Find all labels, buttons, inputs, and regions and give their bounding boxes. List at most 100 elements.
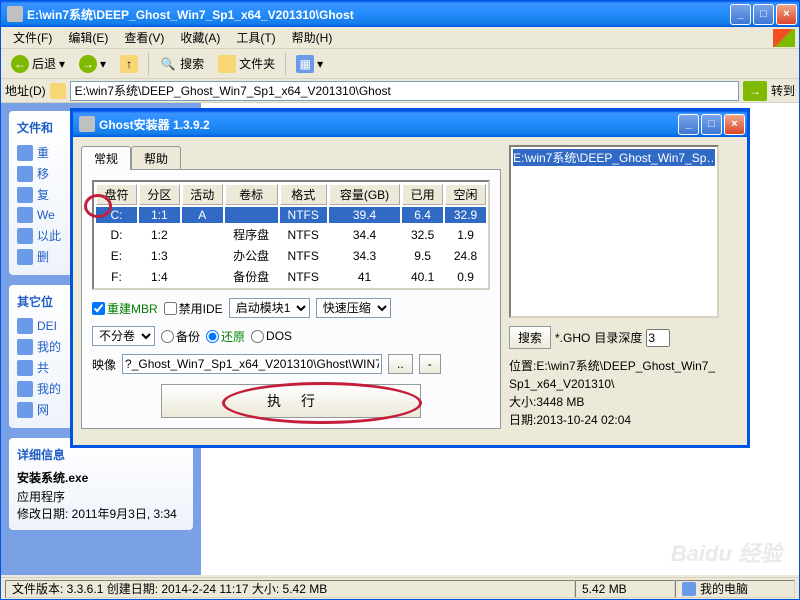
table-row[interactable]: C:1:1ANTFS39.46.432.9 bbox=[96, 207, 486, 223]
browse-button[interactable]: .. bbox=[388, 354, 413, 374]
status-size: 5.42 MB bbox=[575, 580, 675, 598]
folder-icon bbox=[50, 83, 66, 99]
network-icon bbox=[17, 402, 33, 418]
back-button[interactable]: ← 后退 ▾ bbox=[5, 52, 71, 76]
dos-radio[interactable]: DOS bbox=[251, 329, 292, 343]
depth-label: 目录深度 bbox=[594, 329, 642, 346]
back-icon: ← bbox=[11, 55, 29, 73]
col-part[interactable]: 分区 bbox=[139, 184, 180, 205]
separator bbox=[285, 53, 286, 75]
restore-radio[interactable]: 还原 bbox=[206, 328, 245, 345]
maximize-button[interactable]: □ bbox=[701, 114, 722, 135]
backup-radio[interactable]: 备份 bbox=[161, 328, 200, 345]
folder-icon bbox=[17, 360, 33, 376]
search-button[interactable]: 搜索 bbox=[509, 326, 551, 349]
task-icon bbox=[17, 249, 33, 265]
minimize-button[interactable]: _ bbox=[678, 114, 699, 135]
disable-ide-checkbox[interactable]: 禁用IDE bbox=[164, 300, 223, 317]
menu-file[interactable]: 文件(F) bbox=[5, 27, 60, 48]
image-listbox[interactable]: E:\win7系统\DEEP_Ghost_Win7_Sp… bbox=[509, 145, 719, 318]
ghost-dialog: Ghost安装器 1.3.9.2 _ □ × 常规 帮助 盘符 分区 活动 卷标… bbox=[70, 108, 750, 448]
search-button[interactable]: 🔍 搜索 bbox=[153, 52, 210, 76]
search-icon: 🔍 bbox=[159, 55, 177, 73]
col-free[interactable]: 空闲 bbox=[445, 184, 486, 205]
toolbar: ← 后退 ▾ → ▾ ↑ 🔍 搜索 文件夹 ▦ ▾ bbox=[1, 49, 799, 79]
rebuild-mbr-checkbox[interactable]: 重建MBR bbox=[92, 300, 158, 317]
details-filename: 安装系统.exe bbox=[17, 469, 185, 486]
ghost-icon bbox=[79, 116, 95, 132]
image-path-input[interactable] bbox=[122, 354, 382, 374]
go-button[interactable]: → bbox=[743, 81, 767, 101]
menu-edit[interactable]: 编辑(E) bbox=[60, 27, 116, 48]
table-row[interactable]: F:1:4备份盘NTFS4140.10.9 bbox=[96, 267, 486, 286]
table-row[interactable]: D:1:2程序盘NTFS34.432.51.9 bbox=[96, 225, 486, 244]
up-button[interactable]: ↑ bbox=[114, 52, 144, 76]
menu-favorites[interactable]: 收藏(A) bbox=[172, 27, 228, 48]
search-label: 搜索 bbox=[180, 55, 204, 72]
remove-button[interactable]: - bbox=[419, 354, 441, 374]
details-modified: 修改日期: 2011年9月3日, 3:34 bbox=[17, 505, 185, 522]
col-active[interactable]: 活动 bbox=[182, 184, 223, 205]
dropdown-icon: ▾ bbox=[100, 57, 106, 71]
close-button[interactable]: × bbox=[724, 114, 745, 135]
col-capacity[interactable]: 容量(GB) bbox=[329, 184, 400, 205]
folder-icon bbox=[7, 6, 23, 22]
task-icon bbox=[17, 187, 33, 203]
folder-icon bbox=[17, 318, 33, 334]
separator bbox=[148, 53, 149, 75]
maximize-button[interactable]: □ bbox=[753, 4, 774, 25]
menubar: 文件(F) 编辑(E) 查看(V) 收藏(A) 工具(T) 帮助(H) bbox=[1, 27, 799, 49]
forward-button[interactable]: → ▾ bbox=[73, 52, 112, 76]
explorer-title: E:\win7系统\DEEP_Ghost_Win7_Sp1_x64_V20131… bbox=[27, 6, 730, 23]
tabs: 常规 帮助 盘符 分区 活动 卷标 格式 容量(GB) 已用 空闲 C:1:1A… bbox=[81, 145, 501, 429]
addressbar: 地址(D) → 转到 bbox=[1, 79, 799, 103]
dropdown-icon: ▾ bbox=[317, 57, 323, 71]
split-select[interactable]: 不分卷 bbox=[92, 326, 155, 346]
forward-icon: → bbox=[79, 55, 97, 73]
address-label: 地址(D) bbox=[5, 82, 46, 99]
windows-logo-icon bbox=[773, 29, 795, 47]
task-icon bbox=[17, 145, 33, 161]
right-column: E:\win7系统\DEEP_Ghost_Win7_Sp… 搜索 *.GHO 目… bbox=[509, 145, 719, 429]
table-row[interactable]: E:1:3办公盘NTFS34.39.524.8 bbox=[96, 246, 486, 265]
col-format[interactable]: 格式 bbox=[280, 184, 327, 205]
ghost-title: Ghost安装器 1.3.9.2 bbox=[99, 116, 678, 133]
up-folder-icon: ↑ bbox=[120, 55, 138, 73]
boot-module-select[interactable]: 启动模块1 bbox=[229, 298, 310, 318]
dropdown-icon: ▾ bbox=[59, 57, 65, 71]
details-title: 详细信息 bbox=[17, 446, 185, 463]
views-button[interactable]: ▦ ▾ bbox=[290, 52, 329, 76]
compress-select[interactable]: 快速压缩 bbox=[316, 298, 391, 318]
col-label[interactable]: 卷标 bbox=[225, 184, 278, 205]
col-drive[interactable]: 盘符 bbox=[96, 184, 137, 205]
execute-button[interactable]: 执行 bbox=[161, 384, 421, 418]
folders-button[interactable]: 文件夹 bbox=[212, 52, 281, 76]
folders-label: 文件夹 bbox=[239, 55, 275, 72]
status-text: 文件版本: 3.3.6.1 创建日期: 2014-2-24 11:17 大小: … bbox=[5, 580, 575, 598]
back-label: 后退 bbox=[32, 55, 56, 72]
menu-help[interactable]: 帮助(H) bbox=[284, 27, 341, 48]
views-icon: ▦ bbox=[296, 55, 314, 73]
explorer-titlebar[interactable]: E:\win7系统\DEEP_Ghost_Win7_Sp1_x64_V20131… bbox=[1, 1, 799, 27]
close-button[interactable]: × bbox=[776, 4, 797, 25]
address-input[interactable] bbox=[70, 81, 739, 101]
ghost-titlebar[interactable]: Ghost安装器 1.3.9.2 _ □ × bbox=[73, 111, 747, 137]
tab-help[interactable]: 帮助 bbox=[131, 146, 181, 170]
details-filetype: 应用程序 bbox=[17, 488, 185, 505]
folder-icon bbox=[17, 381, 33, 397]
minimize-button[interactable]: _ bbox=[730, 4, 751, 25]
menu-view[interactable]: 查看(V) bbox=[116, 27, 172, 48]
tab-normal[interactable]: 常规 bbox=[81, 146, 131, 170]
list-item[interactable]: E:\win7系统\DEEP_Ghost_Win7_Sp… bbox=[513, 149, 715, 166]
folders-icon bbox=[218, 55, 236, 73]
tab-panel-normal: 盘符 分区 活动 卷标 格式 容量(GB) 已用 空闲 C:1:1ANTFS39… bbox=[81, 169, 501, 429]
menu-tools[interactable]: 工具(T) bbox=[228, 27, 283, 48]
status-location: 我的电脑 bbox=[675, 580, 795, 598]
task-icon bbox=[17, 228, 33, 244]
depth-input[interactable] bbox=[646, 329, 670, 347]
ext-label: *.GHO bbox=[555, 331, 590, 345]
computer-icon bbox=[682, 582, 696, 596]
col-used[interactable]: 已用 bbox=[402, 184, 443, 205]
partition-table[interactable]: 盘符 分区 活动 卷标 格式 容量(GB) 已用 空闲 C:1:1ANTFS39… bbox=[92, 180, 490, 290]
image-label: 映像 bbox=[92, 356, 116, 373]
